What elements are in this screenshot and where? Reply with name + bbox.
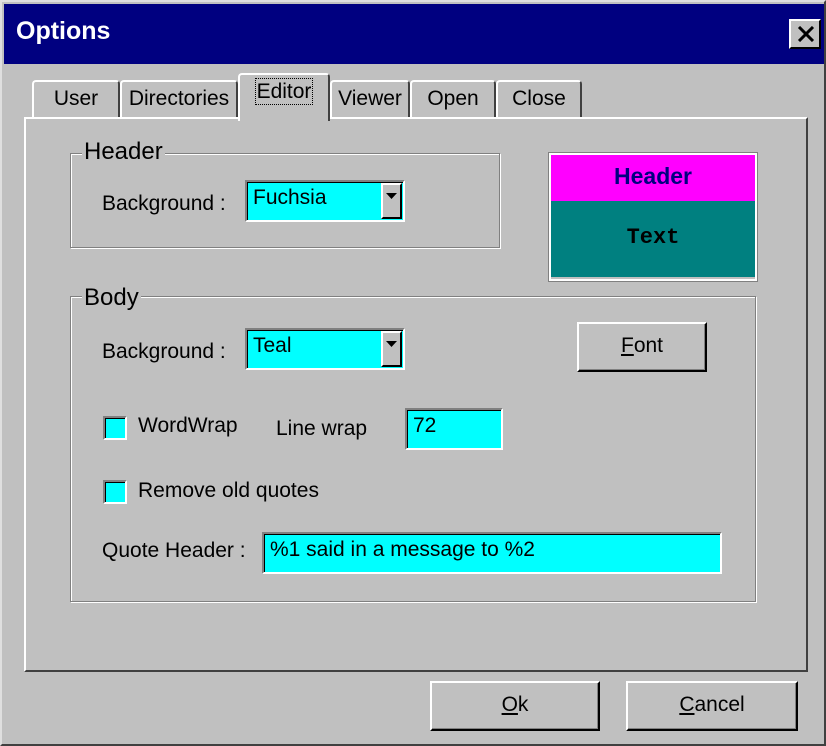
chevron-down-icon <box>386 341 397 347</box>
tab-close-label: Close <box>512 87 566 110</box>
tab-directories-label: Directories <box>128 87 230 110</box>
preview-header: Header <box>551 155 755 201</box>
remove-old-quotes-label: Remove old quotes <box>138 479 319 502</box>
tab-directories[interactable]: Directories <box>120 80 238 118</box>
font-button[interactable]: Font <box>577 322 707 372</box>
body-group-legend: Body <box>82 284 141 312</box>
header-background-value: Fuchsia <box>253 186 327 209</box>
wordwrap-label: WordWrap <box>138 414 238 437</box>
close-icon <box>797 26 815 42</box>
tab-user[interactable]: User <box>32 80 120 118</box>
preview-text: Text <box>551 201 755 277</box>
close-button[interactable] <box>789 19 821 49</box>
ok-button-label: k <box>517 693 529 716</box>
header-dropdown-button[interactable] <box>381 183 402 219</box>
wordwrap-checkbox[interactable] <box>103 416 127 440</box>
quote-header-value: %1 said in a message to %2 <box>270 538 535 561</box>
line-wrap-label: Line wrap <box>276 417 368 440</box>
body-background-value: Teal <box>253 334 292 357</box>
quote-header-label: Quote Header : <box>102 539 246 562</box>
header-background-select[interactable]: Fuchsia <box>245 180 405 222</box>
tab-viewer-label: Viewer <box>338 87 402 110</box>
ok-button[interactable]: Ok <box>430 681 600 731</box>
line-wrap-input[interactable]: 72 <box>405 408 503 450</box>
cancel-button-label: ancel <box>694 693 745 716</box>
tab-viewer[interactable]: Viewer <box>330 80 410 118</box>
tab-editor-label: Editor <box>254 78 314 105</box>
quote-header-input[interactable]: %1 said in a message to %2 <box>262 532 722 574</box>
cancel-button-mnemonic: C <box>679 693 695 716</box>
body-dropdown-button[interactable] <box>381 331 402 367</box>
ok-button-mnemonic: O <box>501 693 518 716</box>
body-background-select[interactable]: Teal <box>245 328 405 370</box>
body-background-label: Background : <box>102 340 226 363</box>
remove-old-quotes-checkbox[interactable] <box>103 480 127 504</box>
cancel-button[interactable]: Cancel <box>626 681 798 731</box>
header-group-legend: Header <box>82 138 165 166</box>
tab-open[interactable]: Open <box>410 80 496 118</box>
tab-editor[interactable]: Editor <box>238 73 330 121</box>
chevron-down-icon <box>386 193 397 199</box>
line-wrap-value: 72 <box>413 414 437 437</box>
title-bar[interactable]: Options <box>4 4 824 64</box>
tab-user-label: User <box>53 87 99 110</box>
color-preview: Header Text <box>549 153 757 281</box>
tab-close[interactable]: Close <box>496 80 582 118</box>
header-background-label: Background : <box>102 192 226 215</box>
tab-open-label: Open <box>427 87 479 110</box>
font-button-label: ont <box>633 334 664 357</box>
window-title: Options <box>16 17 111 45</box>
font-button-mnemonic: F <box>620 334 634 357</box>
